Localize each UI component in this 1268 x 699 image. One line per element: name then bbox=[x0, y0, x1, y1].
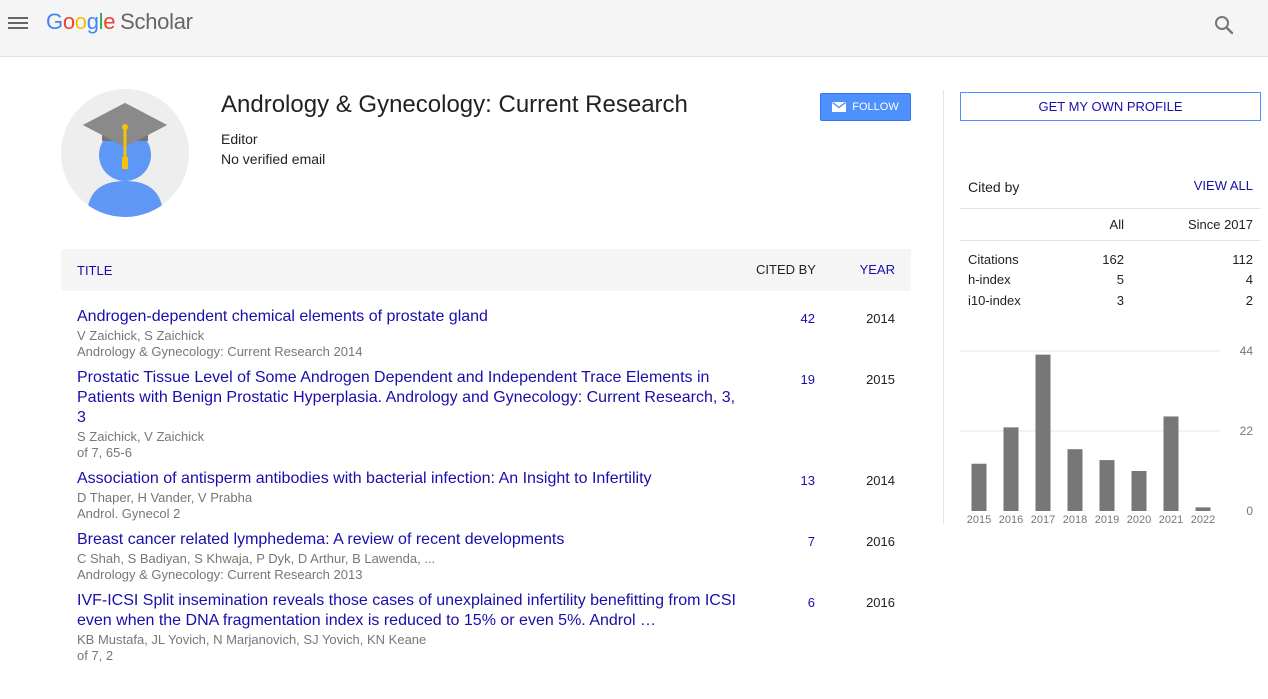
follow-button[interactable]: FOLLOW bbox=[820, 93, 911, 121]
table-row: Prostatic Tissue Level of Some Androgen … bbox=[61, 367, 911, 468]
stats-header-all: All bbox=[1109, 217, 1124, 232]
follow-label: FOLLOW bbox=[852, 101, 899, 113]
articles-list: Androgen-dependent chemical elements of … bbox=[61, 306, 911, 671]
article-venue: of 7, 65-6 bbox=[77, 445, 132, 460]
cited-by-count-link[interactable]: 42 bbox=[759, 311, 815, 326]
logo-letter: g bbox=[86, 9, 99, 34]
stat-all: 3 bbox=[1116, 293, 1124, 308]
graduate-avatar-icon bbox=[83, 103, 167, 217]
logo-letter: o bbox=[74, 9, 87, 34]
articles-table-header: TITLE CITED BY YEAR bbox=[61, 249, 911, 291]
article-venue: of 7, 2 bbox=[77, 648, 114, 663]
top-bar: Google Scholar bbox=[0, 0, 1268, 57]
article-year: 2014 bbox=[866, 473, 895, 488]
table-row: Breast cancer related lymphedema: A revi… bbox=[61, 529, 911, 590]
profile-email: No verified email bbox=[221, 151, 326, 167]
stat-label: i10-index bbox=[968, 293, 1021, 308]
sort-by-year-link[interactable]: YEAR bbox=[860, 262, 895, 277]
cited-by-count-link[interactable]: 6 bbox=[759, 595, 815, 610]
article-authors: D Thaper, H Vander, V Prabha bbox=[77, 490, 253, 505]
stat-all: 5 bbox=[1116, 272, 1124, 287]
chart-x-tick-label: 2017 bbox=[1031, 514, 1055, 526]
chart-bar bbox=[1003, 427, 1019, 511]
stats-row-citations: Citations 162 112 bbox=[968, 252, 1253, 272]
column-divider bbox=[943, 90, 944, 524]
stats-row-i10-index: i10-index 3 2 bbox=[968, 293, 1253, 313]
article-year: 2014 bbox=[866, 311, 895, 326]
article-authors: C Shah, S Badiyan, S Khwaja, P Dyk, D Ar… bbox=[77, 551, 436, 566]
cited-by-heading: Cited by bbox=[968, 179, 1020, 195]
stats-row-h-index: h-index 5 4 bbox=[968, 272, 1253, 292]
chart-x-tick-label: 2020 bbox=[1127, 514, 1151, 526]
chart-x-tick-label: 2022 bbox=[1191, 514, 1215, 526]
table-row: Androgen-dependent chemical elements of … bbox=[61, 306, 911, 367]
chart-bar bbox=[1067, 449, 1083, 511]
article-year: 2016 bbox=[866, 534, 895, 549]
chart-x-tick-label: 2016 bbox=[999, 514, 1023, 526]
logo-letter: G bbox=[46, 9, 63, 34]
chart-bar bbox=[971, 463, 987, 511]
chart-bar bbox=[1195, 507, 1211, 511]
chart-y-tick-label: 44 bbox=[1240, 344, 1254, 358]
table-row: Association of antisperm antibodies with… bbox=[61, 468, 911, 529]
chart-x-tick-label: 2021 bbox=[1159, 514, 1183, 526]
stat-all: 162 bbox=[1102, 252, 1124, 267]
cited-by-count-link[interactable]: 13 bbox=[759, 473, 815, 488]
search-icon[interactable] bbox=[1213, 14, 1235, 36]
stat-since: 4 bbox=[1245, 272, 1253, 287]
chart-bar bbox=[1163, 416, 1179, 511]
table-row: IVF-ICSI Split insemination reveals thos… bbox=[61, 590, 911, 671]
sort-by-title-link[interactable]: TITLE bbox=[77, 263, 112, 278]
chart-x-tick-label: 2019 bbox=[1095, 514, 1119, 526]
cited-by-count-link[interactable]: 7 bbox=[759, 534, 815, 549]
article-authors: S Zaichick, V Zaichick bbox=[77, 429, 205, 444]
stat-label: Citations bbox=[968, 252, 1019, 267]
article-venue: Andrology & Gynecology: Current Research… bbox=[77, 567, 363, 582]
article-venue: Andrology & Gynecology: Current Research… bbox=[77, 344, 363, 359]
get-my-own-profile-button[interactable]: GET MY OWN PROFILE bbox=[960, 92, 1261, 121]
logo-letter: e bbox=[103, 9, 116, 34]
stats-divider bbox=[960, 208, 1261, 209]
article-venue: Androl. Gynecol 2 bbox=[77, 506, 181, 521]
chart-bar bbox=[1099, 460, 1115, 511]
chart-x-tick-label: 2015 bbox=[967, 514, 991, 526]
article-authors: V Zaichick, S Zaichick bbox=[77, 328, 205, 343]
article-title-link[interactable]: Androgen-dependent chemical elements of … bbox=[77, 307, 745, 327]
stats-divider bbox=[960, 240, 1261, 241]
article-title-link[interactable]: Association of antisperm antibodies with… bbox=[77, 469, 745, 489]
hamburger-menu-icon[interactable] bbox=[8, 14, 28, 34]
stats-header-since: Since 2017 bbox=[1187, 217, 1253, 232]
article-title-link[interactable]: Breast cancer related lymphedema: A revi… bbox=[77, 530, 745, 550]
stat-label: h-index bbox=[968, 272, 1011, 287]
article-authors: KB Mustafa, JL Yovich, N Marjanovich, SJ… bbox=[77, 632, 427, 647]
article-title-link[interactable]: IVF-ICSI Split insemination reveals thos… bbox=[77, 591, 745, 631]
chart-bar bbox=[1035, 354, 1051, 511]
chart-y-tick-label: 0 bbox=[1246, 504, 1253, 518]
cited-by-header[interactable]: CITED BY bbox=[756, 262, 816, 277]
article-year: 2015 bbox=[866, 372, 895, 387]
profile-name: Andrology & Gynecology: Current Research bbox=[221, 91, 688, 118]
stat-since: 2 bbox=[1245, 293, 1253, 308]
article-title-link[interactable]: Prostatic Tissue Level of Some Androgen … bbox=[77, 368, 745, 428]
chart-y-tick-label: 22 bbox=[1240, 424, 1254, 438]
envelope-icon bbox=[832, 102, 847, 112]
stat-since: 112 bbox=[1232, 252, 1253, 267]
article-year: 2016 bbox=[866, 595, 895, 610]
logo-product: Scholar bbox=[120, 9, 193, 34]
google-scholar-logo[interactable]: Google Scholar bbox=[46, 9, 193, 35]
logo-letter: o bbox=[62, 9, 75, 34]
chart-bar bbox=[1131, 471, 1147, 511]
profile-affiliation: Editor bbox=[221, 131, 258, 147]
avatar bbox=[61, 89, 189, 217]
cited-by-count-link[interactable]: 19 bbox=[759, 372, 815, 387]
chart-x-tick-label: 2018 bbox=[1063, 514, 1087, 526]
view-all-link[interactable]: VIEW ALL bbox=[1194, 178, 1253, 193]
citations-per-year-chart: 0 22 44 2015 2016 2017 2018 2019 2020 2021 2022 bbox=[960, 344, 1254, 526]
